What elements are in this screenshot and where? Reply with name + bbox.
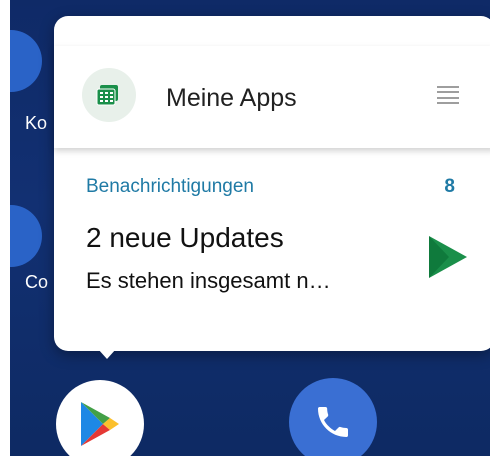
dock-play-store-icon[interactable] [56,380,144,456]
home-app-icon[interactable] [10,205,42,267]
play-store-icon [81,402,119,446]
home-screen: Ko Co Meine Apps Benachrichtigungen 8 2 … [10,0,490,456]
notification-text: Es stehen insgesamt n… [86,268,331,293]
home-app-label: Ko [25,113,48,133]
home-app-icon[interactable] [10,30,42,92]
grid-apps-icon [82,68,136,122]
shortcut-meine-apps[interactable]: Meine Apps [54,46,490,148]
play-store-icon [429,236,467,278]
notification-count: 8 [444,176,455,197]
popup-pointer [98,349,116,359]
home-app-label: Co [25,272,49,292]
shortcut-label: Meine Apps [166,84,297,112]
phone-icon [318,407,348,437]
notification-title: 2 neue Updates [86,222,284,253]
app-shortcut-popup: Meine Apps Benachrichtigungen 8 2 neue U… [54,16,490,351]
drag-handle-icon[interactable] [437,86,459,104]
notification-header: Benachrichtigungen [86,176,254,197]
dock-phone-icon[interactable] [289,378,377,456]
